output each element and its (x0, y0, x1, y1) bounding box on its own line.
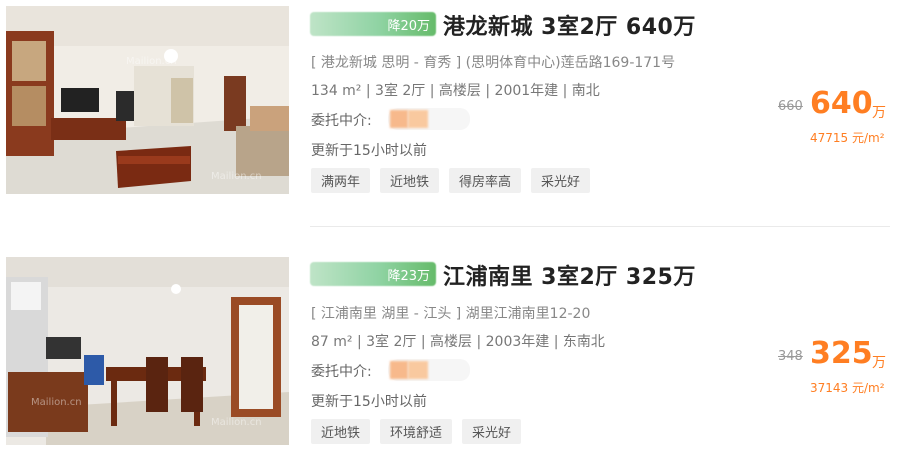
listing-photo[interactable]: Mailion.cn Mailion.cn (6, 6, 289, 194)
listing-photo[interactable]: Mailion.cn Mailion.cn (6, 257, 289, 445)
listing-title[interactable]: 江浦南里 3室2厅 325万 (443, 259, 696, 291)
tag: 采光好 (531, 168, 591, 193)
divider (310, 226, 890, 227)
tag: 得房率高 (449, 168, 522, 193)
listing-details: 134 m² | 3室 2厅 | 高楼层 | 2001年建 | 南北 (311, 83, 600, 99)
watermark: Mailion.cn (211, 171, 262, 182)
listing-address[interactable]: [ 港龙新城 思明 - 育秀 ] (思明体育中心)莲岳路169-171号 (311, 52, 675, 72)
unit-price: 47715 元/m² (810, 131, 885, 145)
price-unit: 万 (872, 355, 886, 371)
total-price: 640 (810, 86, 873, 121)
agent-label: 委托中介: (311, 113, 372, 129)
price-unit: 万 (872, 105, 886, 121)
total-price: 325 (810, 336, 873, 371)
tag: 环境舒适 (380, 419, 453, 444)
agent-label: 委托中介: (311, 364, 372, 380)
price-drop-label: 降20万 (387, 19, 430, 34)
price-drop-label: 降23万 (387, 269, 430, 284)
original-price: 348 (778, 349, 803, 364)
watermark: Mailion.cn (31, 397, 82, 408)
listing-address[interactable]: [ 江浦南里 湖里 - 江头 ] 湖里江浦南里12-20 (311, 303, 590, 323)
tag: 近地铁 (380, 168, 440, 193)
watermark: Mailion.cn (211, 417, 262, 428)
tag: 近地铁 (311, 419, 371, 444)
watermark: Mailion.cn (126, 56, 177, 67)
living-room-image (6, 6, 289, 194)
agent-avatar-blurred[interactable] (388, 108, 470, 130)
tag: 满两年 (311, 168, 371, 193)
agent-avatar-blurred[interactable] (388, 359, 470, 381)
tag-list: 满两年 近地铁 得房率高 采光好 (311, 168, 591, 193)
price-drop-badge: 降20万 (310, 12, 436, 36)
tag: 采光好 (462, 419, 522, 444)
listing-title[interactable]: 港龙新城 3室2厅 640万 (443, 9, 696, 41)
unit-price: 37143 元/m² (810, 381, 885, 395)
updated-time: 更新于15小时以前 (311, 143, 427, 159)
updated-time: 更新于15小时以前 (311, 394, 427, 410)
tag-list: 近地铁 环境舒适 采光好 (311, 419, 522, 444)
original-price: 660 (778, 99, 803, 114)
listing-details: 87 m² | 3室 2厅 | 高楼层 | 2003年建 | 东南北 (311, 334, 605, 350)
price-drop-badge: 降23万 (310, 262, 436, 286)
